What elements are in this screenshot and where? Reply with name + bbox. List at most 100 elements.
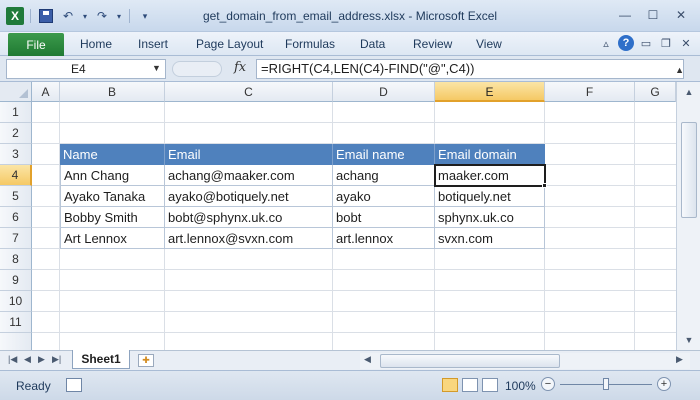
tab-home[interactable]: Home: [80, 37, 112, 51]
table-cell[interactable]: ayako@botiquely.net: [165, 186, 333, 207]
row-header-8[interactable]: 8: [0, 249, 32, 270]
select-all-corner[interactable]: [0, 82, 32, 102]
zoom-out-icon[interactable]: −: [541, 377, 555, 391]
scroll-right-icon[interactable]: ▶: [676, 354, 683, 365]
first-sheet-icon[interactable]: |◀: [8, 354, 17, 365]
table-header-email-name[interactable]: Email name: [333, 144, 435, 165]
table-header-name[interactable]: Name: [60, 144, 165, 165]
tab-formulas[interactable]: Formulas: [285, 37, 335, 51]
row-header-4[interactable]: 4: [0, 165, 32, 186]
gridline: [32, 269, 676, 270]
table-cell[interactable]: achang@maaker.com: [165, 165, 333, 186]
table-header-email[interactable]: Email: [165, 144, 333, 165]
zoom-level[interactable]: 100%: [505, 379, 536, 393]
table-cell[interactable]: art.lennox@svxn.com: [165, 228, 333, 249]
next-sheet-icon[interactable]: ▶: [38, 354, 45, 365]
tab-file[interactable]: File: [8, 33, 64, 56]
scroll-left-icon[interactable]: ◀: [364, 354, 371, 365]
table-header-email-domain[interactable]: Email domain: [435, 144, 545, 165]
table-cell[interactable]: art.lennox: [333, 228, 435, 249]
vertical-scrollbar[interactable]: ▲ ▼: [676, 82, 700, 350]
tab-data[interactable]: Data: [360, 37, 385, 51]
vertical-scroll-thumb[interactable]: [681, 122, 697, 218]
horizontal-scroll-thumb[interactable]: [380, 354, 560, 368]
scroll-up-icon[interactable]: ▲: [681, 84, 697, 100]
maximize-icon[interactable]: ☐: [640, 6, 666, 24]
sheet-tab-sheet1[interactable]: Sheet1: [72, 350, 130, 369]
table-cell[interactable]: Ayako Tanaka: [60, 186, 165, 207]
table-cell[interactable]: bobt: [333, 207, 435, 228]
workbook-minimize-icon[interactable]: ▭: [638, 35, 654, 51]
gridline: [32, 332, 676, 333]
insert-function-icon[interactable]: fx: [234, 60, 246, 75]
table-cell[interactable]: Ann Chang: [60, 165, 165, 186]
column-header-e[interactable]: E: [435, 82, 545, 102]
fill-handle[interactable]: [542, 183, 547, 188]
column-header-d[interactable]: D: [333, 82, 435, 102]
ribbon-controls: ▵ ? ▭ ❐ ✕: [598, 35, 694, 51]
tab-review[interactable]: Review: [413, 37, 452, 51]
row-header-10[interactable]: 10: [0, 291, 32, 312]
prev-sheet-icon[interactable]: ◀: [24, 354, 31, 365]
window-controls: — ☐ ✕: [612, 6, 694, 24]
name-box-dropdown-icon[interactable]: ▼: [152, 63, 161, 73]
insert-sheet-icon[interactable]: ✚: [138, 354, 154, 367]
column-header-g[interactable]: G: [635, 82, 676, 102]
table-cell[interactable]: Bobby Smith: [60, 207, 165, 228]
row-header-1[interactable]: 1: [0, 102, 32, 123]
row-header-12[interactable]: [0, 333, 32, 350]
expand-formula-bar-icon[interactable]: ▲: [675, 65, 684, 75]
scroll-down-icon[interactable]: ▼: [681, 332, 697, 348]
tab-insert[interactable]: Insert: [138, 37, 168, 51]
page-layout-view-icon[interactable]: [462, 378, 478, 392]
row-header-11[interactable]: 11: [0, 312, 32, 333]
row-header-9[interactable]: 9: [0, 270, 32, 291]
table-cell[interactable]: Art Lennox: [60, 228, 165, 249]
name-box[interactable]: E4: [6, 59, 166, 79]
minimize-ribbon-icon[interactable]: ▵: [598, 35, 614, 51]
gridline: [32, 311, 676, 312]
table-cell[interactable]: svxn.com: [435, 228, 545, 249]
close-icon[interactable]: ✕: [668, 6, 694, 24]
macro-recording-icon[interactable]: [66, 378, 82, 392]
table-cell[interactable]: ayako: [333, 186, 435, 207]
page-break-preview-icon[interactable]: [482, 378, 498, 392]
table-cell[interactable]: maaker.com: [435, 165, 545, 186]
formula-input[interactable]: =RIGHT(C4,LEN(C4)-FIND("@",C4)): [256, 59, 684, 79]
row-header-3[interactable]: 3: [0, 144, 32, 165]
table-cell[interactable]: achang: [333, 165, 435, 186]
normal-view-icon[interactable]: [442, 378, 458, 392]
row-header-5[interactable]: 5: [0, 186, 32, 207]
column-header-f[interactable]: F: [545, 82, 635, 102]
workbook-close-icon[interactable]: ✕: [678, 35, 694, 51]
row-header-2[interactable]: 2: [0, 123, 32, 144]
minimize-icon[interactable]: —: [612, 6, 638, 24]
tab-view[interactable]: View: [476, 37, 502, 51]
sheet-tabs-bar: |◀ ◀ ▶ ▶| Sheet1 ✚ ◀ ▶: [0, 350, 700, 370]
gridline: [634, 102, 635, 350]
view-buttons: [442, 378, 498, 392]
table-cell[interactable]: sphynx.uk.co: [435, 207, 545, 228]
gridline: [32, 122, 676, 123]
window-title: get_domain_from_email_address.xlsx - Mic…: [202, 9, 498, 23]
workbook-restore-icon[interactable]: ❐: [658, 35, 674, 51]
row-header-7[interactable]: 7: [0, 228, 32, 249]
table-cell[interactable]: bobt@sphynx.uk.co: [165, 207, 333, 228]
zoom-in-icon[interactable]: +: [657, 377, 671, 391]
column-header-c[interactable]: C: [165, 82, 333, 102]
row-header-6[interactable]: 6: [0, 207, 32, 228]
title-bar: X ↶ ▾ ↷ ▾ ▾ get_domain_from_email_addres…: [0, 0, 700, 32]
gridline: [32, 290, 676, 291]
help-icon[interactable]: ?: [618, 35, 634, 51]
table-cell[interactable]: botiquely.net: [435, 186, 545, 207]
formula-bar-splitter[interactable]: [172, 61, 222, 77]
worksheet-grid[interactable]: A B C D E F G 1 2 3 4 5 6 7 8 9 10 11 Na…: [0, 82, 700, 350]
column-header-b[interactable]: B: [60, 82, 165, 102]
column-header-a[interactable]: A: [32, 82, 60, 102]
last-sheet-icon[interactable]: ▶|: [52, 354, 61, 365]
horizontal-scrollbar[interactable]: ◀ ▶: [360, 353, 690, 369]
tab-page-layout[interactable]: Page Layout: [196, 37, 263, 51]
zoom-slider-thumb[interactable]: [603, 378, 609, 390]
status-bar: Ready 100% − +: [0, 370, 700, 400]
formula-bar: E4 ▼ fx =RIGHT(C4,LEN(C4)-FIND("@",C4)) …: [0, 56, 700, 82]
